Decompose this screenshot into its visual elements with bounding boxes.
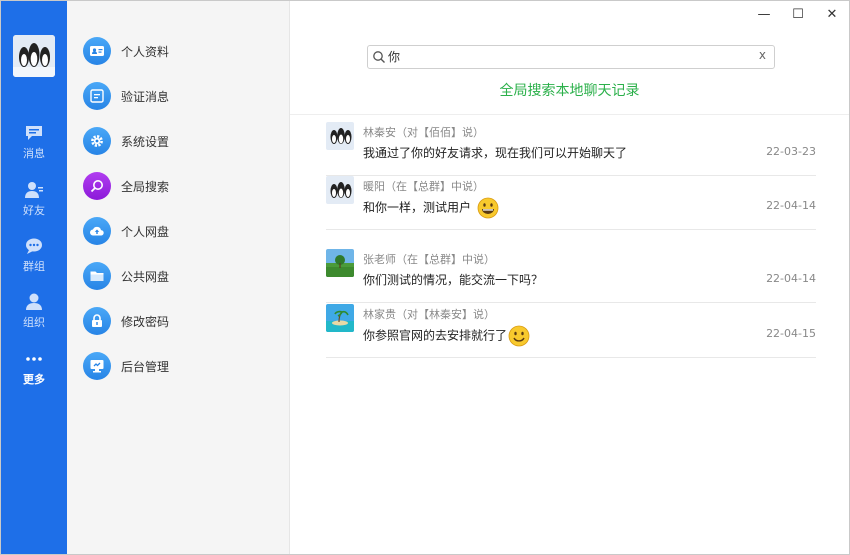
divider	[290, 114, 849, 115]
id-card-icon	[90, 46, 104, 56]
search-result-item[interactable]: 张老师（在【总群】中说） 你们测试的情况，能交流一下吗？ 22-04-14	[326, 249, 816, 303]
result-avatar	[326, 176, 354, 204]
result-date: 22-04-14	[766, 272, 816, 285]
menu-item-profile[interactable]: 个人资料	[83, 37, 273, 69]
result-sender: 张老师（在【总群】中说）	[363, 253, 495, 266]
rail-item-label: 群组	[23, 260, 45, 273]
result-divider	[326, 302, 816, 303]
search-icon	[90, 180, 103, 193]
close-button[interactable]: ✕	[822, 7, 842, 23]
search-icon	[373, 51, 385, 63]
more-menu-panel: 个人资料 验证消息 系统设置 全局搜索 个人网盘 公共网盘 修改密码 后台管理	[67, 1, 290, 554]
rail-item-organization[interactable]: 组织	[1, 293, 67, 330]
search-box: x	[367, 45, 775, 69]
result-message: 和你一样，测试用户	[363, 200, 472, 215]
friends-icon	[25, 182, 43, 198]
result-message: 我通过了你的好友请求，现在我们可以开始聊天了	[363, 146, 628, 160]
rail-item-more[interactable]: 更多	[1, 350, 67, 387]
menu-item-admin[interactable]: 后台管理	[83, 352, 273, 384]
menu-item-public-drive[interactable]: 公共网盘	[83, 262, 273, 294]
menu-item-label: 公共网盘	[121, 270, 170, 284]
result-date: 22-03-23	[766, 145, 816, 158]
result-date: 22-04-14	[766, 199, 816, 212]
menu-item-label: 全局搜索	[121, 180, 170, 194]
rail-item-label: 消息	[23, 147, 45, 160]
global-search-local-history-link[interactable]: 全局搜索本地聊天记录	[290, 80, 849, 100]
rail-item-label: 组织	[23, 316, 45, 329]
app-window: 消息 好友 群组 组织 更多 个人资料 验证消息 系统设置 全局搜索 个人网盘 …	[0, 0, 850, 555]
result-avatar	[326, 304, 354, 332]
rail-item-label: 好友	[23, 204, 45, 217]
result-sender: 暖阳（在【总群】中说）	[363, 180, 484, 193]
grinning-emoji-icon	[477, 197, 499, 219]
menu-item-label: 后台管理	[121, 360, 170, 374]
cloud-upload-icon	[90, 226, 104, 236]
rail-item-label: 更多	[23, 373, 45, 386]
search-result-item[interactable]: 林秦安（对【佰佰】说） 我通过了你的好友请求，现在我们可以开始聊天了 22-03…	[326, 122, 816, 176]
result-avatar	[326, 249, 354, 277]
clear-search-button[interactable]: x	[759, 48, 766, 62]
group-chat-icon	[26, 238, 42, 254]
search-result-item[interactable]: 林家贵（对【林秦安】说） 你参照官网的去安排就行了 22-04-15	[326, 304, 816, 358]
admin-icon	[90, 360, 104, 373]
user-avatar[interactable]	[13, 35, 55, 77]
menu-item-label: 修改密码	[121, 315, 170, 329]
folder-icon	[90, 271, 104, 281]
menu-item-label: 系统设置	[121, 135, 170, 149]
menu-item-label: 验证消息	[121, 90, 170, 104]
rail-item-groups[interactable]: 群组	[1, 237, 67, 274]
result-divider	[326, 357, 816, 358]
lock-icon	[92, 314, 102, 327]
search-results-pane: — ☐ ✕ x 全局搜索本地聊天记录 林秦安（对【佰佰】说） 我通过了你的好友请…	[290, 1, 849, 554]
minimize-button[interactable]: —	[754, 7, 774, 23]
result-message-row: 和你一样，测试用户	[363, 197, 499, 219]
menu-item-label: 个人网盘	[121, 225, 170, 239]
left-nav-rail: 消息 好友 群组 组织 更多	[1, 1, 67, 554]
menu-item-settings[interactable]: 系统设置	[83, 127, 273, 159]
result-divider	[326, 229, 816, 230]
result-message: 你们测试的情况，能交流一下吗？	[363, 273, 544, 287]
document-icon	[90, 89, 104, 103]
search-input[interactable]	[388, 48, 748, 64]
menu-item-label: 个人资料	[121, 45, 170, 59]
rail-item-friends[interactable]: 好友	[1, 181, 67, 218]
rail-item-messages[interactable]: 消息	[1, 124, 67, 161]
result-sender: 林秦安（对【佰佰】说）	[363, 126, 484, 139]
menu-item-global-search[interactable]: 全局搜索	[83, 172, 273, 204]
maximize-button[interactable]: ☐	[788, 7, 808, 23]
search-result-item[interactable]: 暖阳（在【总群】中说） 和你一样，测试用户 22-04-14	[326, 176, 816, 230]
menu-item-verification[interactable]: 验证消息	[83, 82, 273, 114]
result-date: 22-04-15	[766, 327, 816, 340]
more-icon	[26, 357, 42, 361]
result-message: 你参照官网的去安排就行了	[363, 328, 508, 343]
menu-item-change-password[interactable]: 修改密码	[83, 307, 273, 339]
smiling-emoji-icon	[508, 325, 530, 347]
menu-item-personal-drive[interactable]: 个人网盘	[83, 217, 273, 249]
result-avatar	[326, 122, 354, 150]
settings-icon	[91, 135, 103, 147]
chat-icon	[26, 126, 42, 140]
organization-icon	[26, 293, 42, 310]
result-sender: 林家贵（对【林秦安】说）	[363, 308, 495, 321]
result-message-row: 你参照官网的去安排就行了	[363, 325, 530, 347]
